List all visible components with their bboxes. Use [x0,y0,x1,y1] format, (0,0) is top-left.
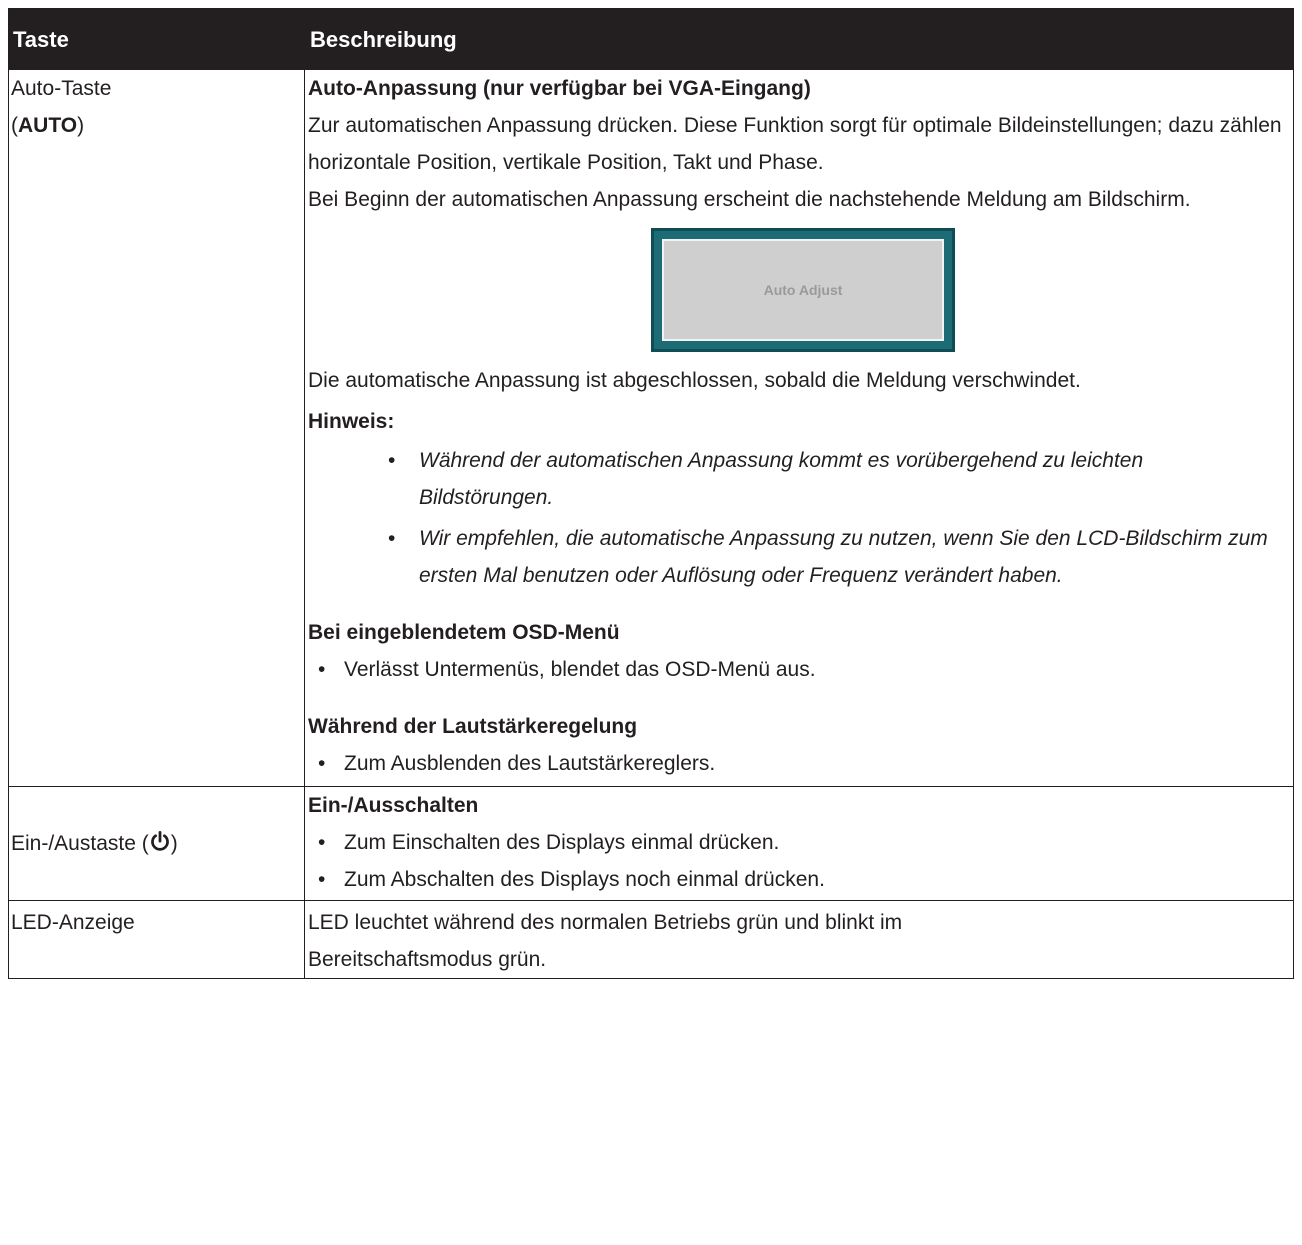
header-key: Taste [8,8,305,70]
paren-open: ( [11,114,18,137]
auto-paragraph-1: Zur automatischen Anpassung drücken. Die… [308,114,1282,174]
desc-cell-power: Ein-/Ausschalten Zum Einschalten des Dis… [304,786,1294,901]
key-auto-code: (AUTO) [11,107,304,144]
key-cell-auto: Auto-Taste (AUTO) [8,69,305,787]
button-description-table: Taste Beschreibung Auto-Taste (AUTO) Aut… [8,8,1294,979]
auto-paragraph-2: Bei Beginn der automatischen Anpassung e… [308,188,1191,211]
list-item: Zum Abschalten des Displays noch einmal … [308,861,1289,898]
list-item: Verlässt Untermenüs, blendet das OSD-Men… [308,651,1289,688]
osd-frame: Auto Adjust [651,228,955,352]
note-list: Während der automatischen Anpassung komm… [308,442,1289,594]
paren-close: ) [77,114,85,137]
note-item: Wir empfehlen, die automatische Anpassun… [308,520,1289,594]
power-bullet-list: Zum Einschalten des Displays einmal drüc… [308,824,1289,898]
table-row-auto: Auto-Taste (AUTO) Auto-Anpassung (nur ve… [8,69,1294,787]
list-item: Zum Einschalten des Displays einmal drüc… [308,824,1289,861]
note-label: Hinweis: [308,410,395,433]
desc-cell-auto: Auto-Anpassung (nur verfügbar bei VGA-Ei… [304,69,1294,787]
key-cell-led: LED-Anzeige [8,900,305,979]
power-icon [150,831,169,851]
paren-close: ) [170,832,178,855]
key-auto-label: Auto-Taste [11,77,112,100]
auto-title: Auto-Anpassung (nur verfügbar bei VGA-Ei… [308,77,811,100]
osd-heading: Bei eingeblendetem OSD-Menü [308,621,620,644]
note-item: Während der automatischen Anpassung komm… [308,442,1289,516]
table-row-led: LED-Anzeige LED leuchtet während des nor… [8,900,1294,979]
volume-bullet-list: Zum Ausblenden des Lautstärkereglers. [308,745,1289,782]
table-row-power: Ein-/Austaste () Ein-/Ausschalten Zum Ei… [8,786,1294,901]
table-header-row: Taste Beschreibung [8,8,1294,70]
desc-cell-led: LED leuchtet während des normalen Betrie… [304,900,1294,979]
osd-bullet-list: Verlässt Untermenüs, blendet das OSD-Men… [308,651,1289,688]
power-title: Ein-/Ausschalten [308,794,479,817]
key-cell-power: Ein-/Austaste () [8,786,305,901]
list-item: Zum Ausblenden des Lautstärkereglers. [308,745,1289,782]
key-auto-bold: AUTO [18,114,78,137]
volume-heading: Während der Lautstärkeregelung [308,715,638,738]
header-description: Beschreibung [304,8,1294,70]
key-power-label: Ein-/Austaste ( [11,832,149,855]
osd-illustration: Auto Adjust [308,218,1289,370]
osd-panel: Auto Adjust [662,239,944,341]
osd-message: Auto Adjust [763,282,843,298]
